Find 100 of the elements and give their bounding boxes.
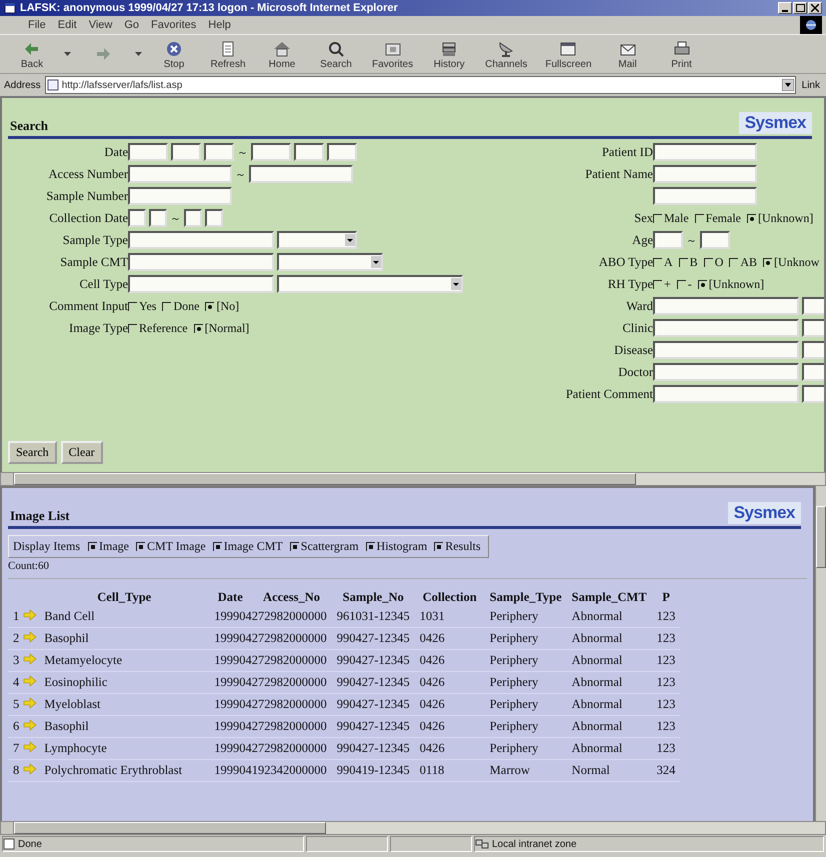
fullscreen-button[interactable]: Fullscreen [541,38,596,70]
input-field[interactable] [653,341,799,359]
table-cell: 1031 [414,606,485,628]
input-field[interactable] [128,253,274,271]
home-button[interactable]: Home [260,38,304,70]
option-label: - [688,276,692,292]
history-button[interactable]: History [427,38,472,70]
radio-button[interactable] [194,324,203,332]
checkbox-label: Image [99,539,129,554]
input-field[interactable] [128,187,232,205]
input-field[interactable] [128,143,168,161]
dropdown[interactable] [277,275,463,293]
column-header[interactable]: Sample_Type [484,589,567,606]
checkbox[interactable] [88,542,97,551]
input-field[interactable] [128,165,232,183]
input-field[interactable] [653,363,799,381]
menu-item[interactable]: Help [208,19,231,31]
checkbox[interactable] [434,542,444,551]
search-button[interactable]: Search [314,38,358,70]
input-field[interactable] [653,319,799,337]
input-field[interactable] [653,297,799,315]
menu-item[interactable]: Favorites [151,19,196,31]
caret-icon[interactable] [135,52,142,56]
panel-title: Search [10,118,48,134]
links-button[interactable]: Link [800,80,822,90]
menu-item[interactable]: File [28,19,46,31]
radio-button[interactable] [763,258,772,266]
radio-button[interactable] [678,258,688,266]
input-field[interactable] [653,143,757,161]
radio-button[interactable] [698,280,707,288]
radio-button[interactable] [205,302,214,310]
radio-button[interactable] [746,214,756,222]
field-label: Patient Comment [564,386,653,402]
input-field[interactable] [653,385,799,403]
scrollbar[interactable] [0,472,826,486]
radio-button[interactable] [653,280,662,288]
column-header[interactable]: Sample_No [332,589,415,606]
input-field[interactable] [128,209,146,227]
address-field[interactable]: http://lafsserver/lafs/list.asp [44,76,796,94]
dropdown[interactable] [277,253,383,271]
menu-item[interactable]: Go [124,19,140,31]
input-field[interactable] [184,209,202,227]
input-field[interactable] [294,143,324,161]
radio-button[interactable] [128,302,137,310]
checkbox[interactable] [136,542,145,551]
checkbox[interactable] [366,542,375,551]
menu-item[interactable]: Edit [58,19,77,31]
input-field[interactable] [205,209,223,227]
column-header[interactable]: P [652,589,680,606]
maximize-button[interactable] [793,2,807,14]
dropdown[interactable] [277,231,357,249]
column-header[interactable]: Sample_CMT [566,589,652,606]
push-button[interactable]: Search [8,441,57,464]
scrollbar[interactable] [0,821,826,835]
option-label: Done [173,298,200,314]
mail-button[interactable]: Mail [606,38,650,70]
radio-button[interactable] [704,258,713,266]
close-button[interactable] [808,2,822,14]
column-header[interactable]: Cell_Type [39,589,210,606]
radio-button[interactable] [653,214,662,222]
column-header[interactable]: Date [209,589,252,606]
back-button[interactable]: Back [10,38,54,70]
minimize-icon [782,10,788,12]
table-cell: 990419-12345 [332,760,415,782]
checkbox[interactable] [290,542,299,551]
input-field[interactable] [653,231,683,249]
radio-button[interactable] [653,258,662,266]
radio-button[interactable] [694,214,704,222]
status-text: Done [18,838,42,850]
input-field[interactable] [204,143,234,161]
input-field[interactable] [327,143,357,161]
input-field[interactable] [171,143,201,161]
column-header[interactable]: Access_No [251,589,332,606]
table-cell: Abnormal [566,694,652,716]
checkbox[interactable] [212,542,222,551]
radio-button[interactable] [676,280,686,288]
push-button[interactable]: Clear [60,441,103,464]
caret-icon[interactable] [64,52,71,56]
radio-button[interactable] [128,324,137,332]
input-field[interactable] [128,275,274,293]
favorites-button[interactable]: Favorites [368,38,418,70]
input-field[interactable] [700,231,730,249]
input-field[interactable] [653,165,757,183]
input-field[interactable] [251,143,291,161]
field-label: Ward [625,298,653,314]
menu-item[interactable]: View [88,19,112,31]
stop-button[interactable]: Stop [152,38,196,70]
input-field[interactable] [149,209,167,227]
caret-icon [345,234,355,246]
radio-button[interactable] [729,258,738,266]
channels-button[interactable]: Channels [481,38,532,70]
refresh-button[interactable]: Refresh [206,38,250,70]
minimize-button[interactable] [778,2,792,14]
column-header[interactable]: Collection [414,589,485,606]
input-field[interactable] [128,231,274,249]
radio-button[interactable] [162,302,172,310]
scrollbar[interactable] [815,486,826,821]
input-field[interactable] [249,165,353,183]
input-field[interactable] [653,187,757,205]
print-button[interactable]: Print [660,38,704,70]
